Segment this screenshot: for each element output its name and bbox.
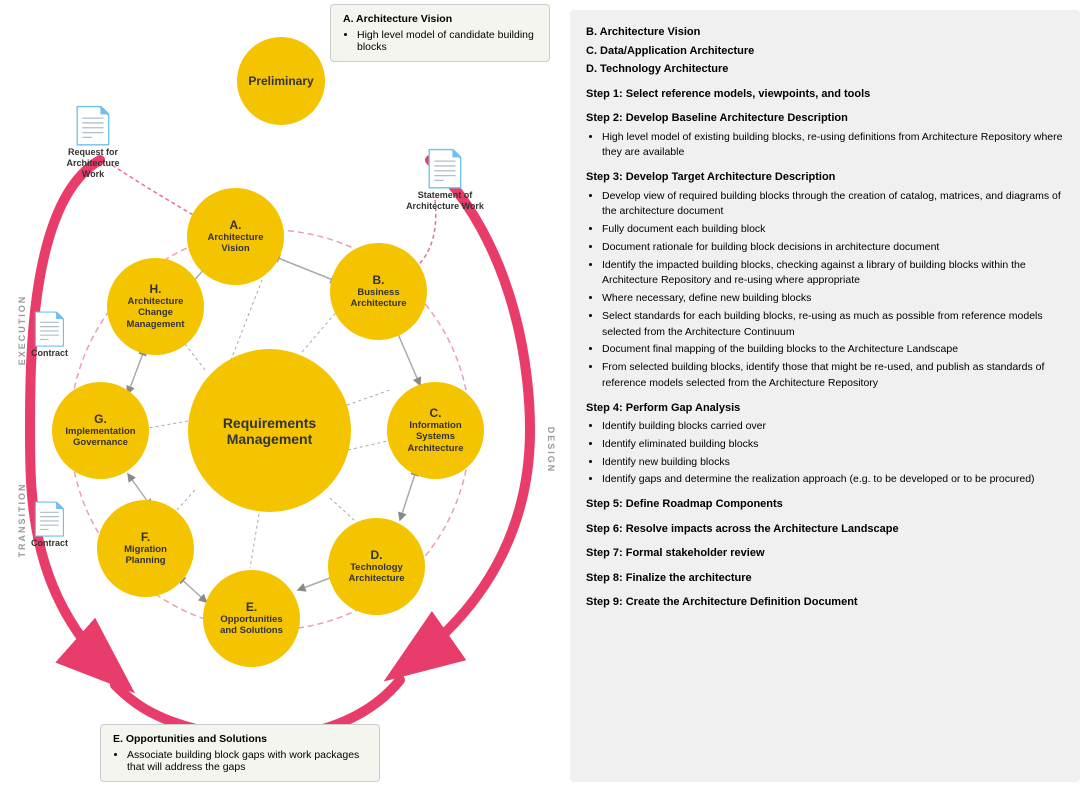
step7-title: Step 7: Formal stakeholder review — [586, 545, 1064, 562]
step6-title: Step 6: Resolve impacts across the Archi… — [586, 521, 1064, 538]
doc-contract-1: 📄 Contract — [22, 310, 77, 358]
doc-contract-2-icon: 📄 — [22, 500, 77, 538]
node-b-letter: B. — [373, 274, 385, 286]
step2-title: Step 2: Develop Baseline Architecture De… — [586, 110, 1064, 127]
doc-statement-label: Statement ofArchitecture Work — [405, 190, 485, 212]
callout-bottom-title: E. Opportunities and Solutions — [113, 733, 367, 745]
node-center: RequirementsManagement — [188, 349, 351, 512]
step8-title: Step 8: Finalize the architecture — [586, 570, 1064, 587]
doc-statement-icon: 📄 — [405, 148, 485, 190]
step3-item-6: Select standards for each building block… — [602, 309, 1064, 341]
node-e: E. Opportunitiesand Solutions — [203, 570, 300, 667]
node-d-label: TechnologyArchitecture — [349, 562, 405, 585]
node-g: G. ImplementationGovernance — [52, 382, 149, 479]
step3-item-8: From selected building blocks, identify … — [602, 360, 1064, 392]
step3-item-3: Document rationale for building block de… — [602, 240, 1064, 256]
callout-bottom: E. Opportunities and Solutions Associate… — [100, 724, 380, 782]
step1-title: Step 1: Select reference models, viewpoi… — [586, 86, 1064, 103]
node-c: C. InformationSystemsArchitecture — [387, 382, 484, 479]
doc-request-label: Request forArchitecture Work — [58, 147, 128, 179]
step3-item-5: Where necessary, define new building blo… — [602, 291, 1064, 307]
doc-contract-1-label: Contract — [22, 348, 77, 358]
panel-d-title: D. Technology Architecture — [586, 61, 1064, 78]
step4-title: Step 4: Perform Gap Analysis — [586, 400, 1064, 417]
node-b-label: BusinessArchitecture — [351, 287, 407, 310]
step3-title: Step 3: Develop Target Architecture Desc… — [586, 169, 1064, 186]
node-e-label: Opportunitiesand Solutions — [220, 614, 283, 637]
design-label: DESIGN — [546, 427, 556, 474]
node-h-label: ArchitectureChangeManagement — [126, 296, 184, 330]
node-f-label: MigrationPlanning — [124, 544, 167, 567]
node-h: H. ArchitectureChangeManagement — [107, 258, 204, 355]
right-panel: B. Architecture Vision C. Data/Applicati… — [570, 10, 1080, 782]
step4-item-4: Identify gaps and determine the realizat… — [602, 472, 1064, 488]
doc-request: 📄 Request forArchitecture Work — [58, 105, 128, 179]
node-c-label: InformationSystemsArchitecture — [408, 420, 464, 454]
step2-item-1: High level model of existing building bl… — [602, 130, 1064, 162]
step3-item-4: Identify the impacted building blocks, c… — [602, 258, 1064, 290]
diagram-area: EXECUTION TRANSITION PLANNING DESIGN A. … — [0, 0, 570, 792]
step3-item-1: Develop view of required building blocks… — [602, 189, 1064, 221]
node-d: D. TechnologyArchitecture — [328, 518, 425, 615]
node-f-letter: F. — [141, 531, 150, 543]
node-preliminary: Preliminary — [237, 37, 325, 125]
node-g-label: ImplementationGovernance — [65, 426, 135, 449]
node-b: B. BusinessArchitecture — [330, 243, 427, 340]
step4-list: Identify building blocks carried over Id… — [586, 419, 1064, 488]
panel-c-title: C. Data/Application Architecture — [586, 43, 1064, 60]
step4-item-2: Identify eliminated building blocks — [602, 437, 1064, 453]
step2-list: High level model of existing building bl… — [586, 130, 1064, 162]
node-f: F. MigrationPlanning — [97, 500, 194, 597]
doc-contract-2-label: Contract — [22, 538, 77, 548]
node-a-label: ArchitectureVision — [208, 232, 264, 255]
panel-b-title: B. Architecture Vision — [586, 24, 1064, 41]
doc-statement: 📄 Statement ofArchitecture Work — [405, 148, 485, 212]
step4-item-1: Identify building blocks carried over — [602, 419, 1064, 435]
node-preliminary-label: Preliminary — [248, 74, 313, 88]
step3-item-7: Document final mapping of the building b… — [602, 342, 1064, 358]
callout-bottom-list: Associate building block gaps with work … — [113, 749, 367, 773]
step5-title: Step 5: Define Roadmap Components — [586, 496, 1064, 513]
callout-bottom-item-1: Associate building block gaps with work … — [127, 749, 367, 773]
doc-contract-1-icon: 📄 — [22, 310, 77, 348]
step4-item-3: Identify new building blocks — [602, 455, 1064, 471]
step3-list: Develop view of required building blocks… — [586, 189, 1064, 392]
node-d-letter: D. — [371, 549, 383, 561]
node-c-letter: C. — [430, 407, 442, 419]
doc-request-icon: 📄 — [58, 105, 128, 147]
node-a: A. ArchitectureVision — [187, 188, 284, 285]
node-center-label: RequirementsManagement — [223, 415, 316, 447]
node-h-letter: H. — [150, 283, 162, 295]
step3-item-2: Fully document each building block — [602, 222, 1064, 238]
callout-top-item-1: High level model of candidate building b… — [357, 29, 537, 53]
callout-top-list: High level model of candidate building b… — [343, 29, 537, 53]
main-container: EXECUTION TRANSITION PLANNING DESIGN A. … — [0, 0, 1090, 792]
step9-title: Step 9: Create the Architecture Definiti… — [586, 594, 1064, 611]
node-e-letter: E. — [246, 601, 257, 613]
callout-top-title: A. Architecture Vision — [343, 13, 537, 25]
doc-contract-2: 📄 Contract — [22, 500, 77, 548]
node-a-letter: A. — [230, 219, 242, 231]
node-g-letter: G. — [94, 413, 107, 425]
callout-top: A. Architecture Vision High level model … — [330, 4, 550, 62]
